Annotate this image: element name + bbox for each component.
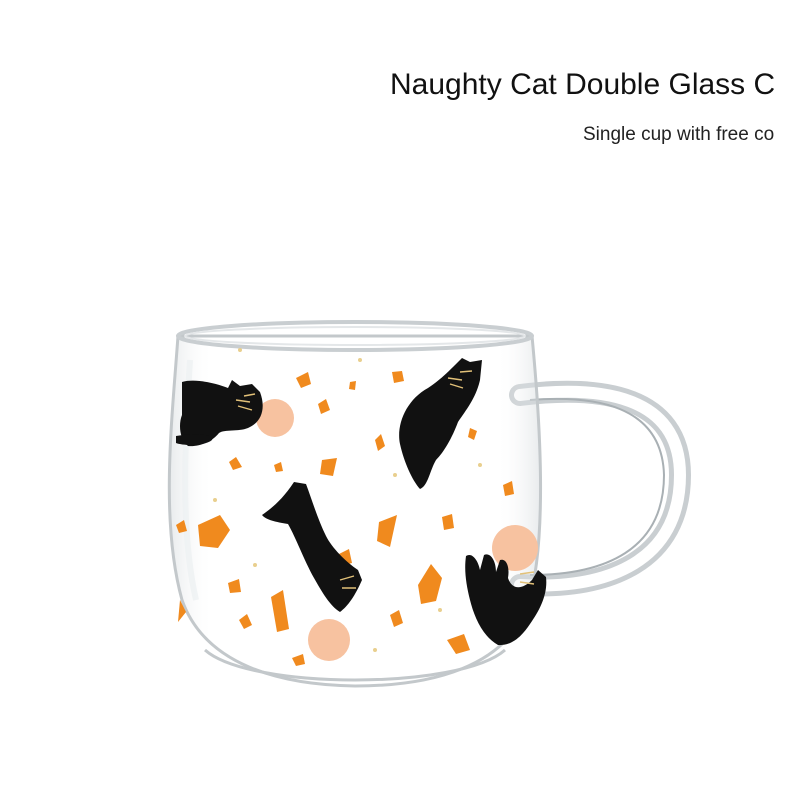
- mug-handle: [509, 380, 692, 597]
- mug-photo: [167, 320, 692, 688]
